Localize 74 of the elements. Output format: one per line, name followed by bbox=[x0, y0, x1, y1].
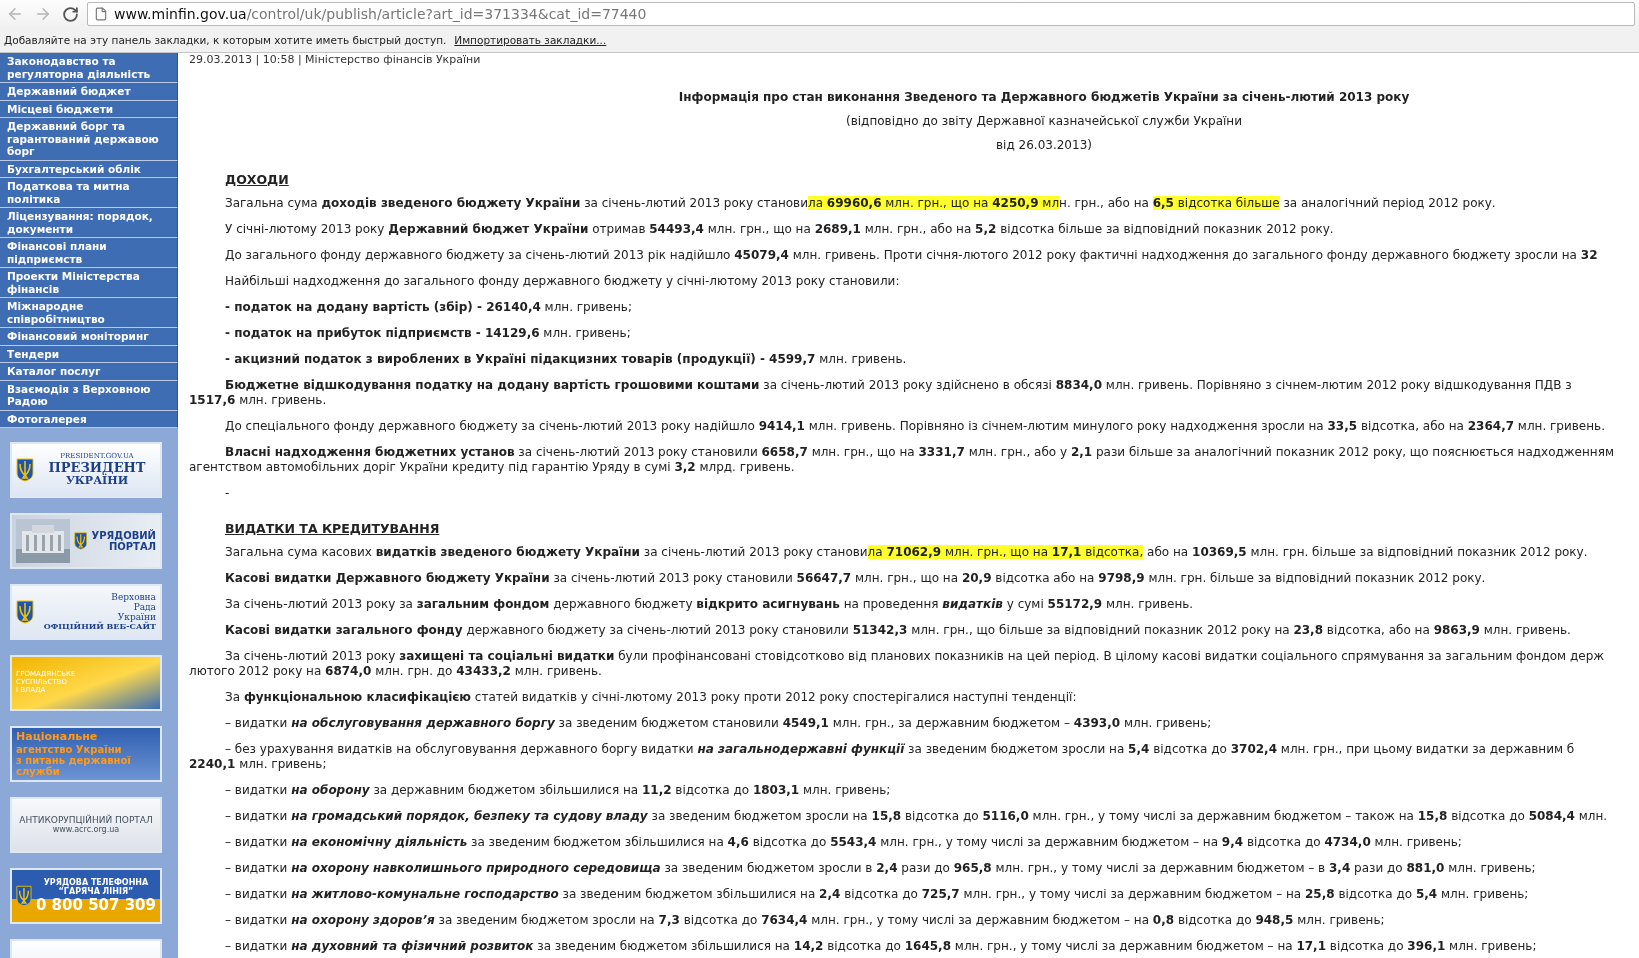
article-title: Інформація про стан виконання Зведеного та Державного бюджетів України за січень-лютий 2013 року bbox=[678, 90, 1410, 104]
paragraph: – видатки на охорону здоров’я за зведеним бюджетом зросли на 7,3 відсотка до 7634,4 млн. грн., у тому числі за державним бюджетом – на 0,8 відсотка до 948,5 млн. гривень; bbox=[224, 913, 1385, 928]
paragraph: Загальна сума касових видатків зведеного бюджету України за січень-лютий 2013 року становила 71062,9 млн. грн., що на 17,1 відсотка, або на 10369,5 млн. грн. більше за відповідний показник 2012 року. bbox=[224, 545, 1588, 560]
article-subtitle: (відповідно до звіту Державної казначейської служби України bbox=[846, 114, 1242, 128]
banner-text: Рада bbox=[133, 602, 156, 613]
paragraph: - податок на прибуток підприємств - 14129,6 млн. гривень; bbox=[224, 326, 631, 341]
banner-text: 0 800 507 309 bbox=[35, 896, 156, 914]
paragraph: – видатки на громадський порядок, безпеку та судову владу за зведеним бюджетом зросли на 15,8 відсотка до 5116,0 млн. грн., у тому числі за державним бюджетом – також на 15,8 відсотка до 5084,4 млн. bbox=[224, 809, 1608, 824]
paragraph: За січень-лютий 2013 року захищені та соціальні видатки були профінансовані стовідсотково від планових показників на цей період. В цілому касові видатки соціального спрямування за загальним фондом держ лютого 2012 року на 6874,0 млн. грн. до 43433,2 млн. гривень. bbox=[189, 649, 1605, 679]
banner-text: УКРАЇНИ bbox=[65, 474, 129, 488]
import-bookmarks-link[interactable]: Импортировать закладки... bbox=[454, 34, 607, 46]
banner-text: з питань державної bbox=[16, 754, 131, 766]
article-subtitle: від 26.03.2013) bbox=[996, 138, 1092, 152]
menu-item[interactable]: Законодавство та регуляторна діяльність bbox=[0, 53, 178, 83]
trident-icon bbox=[16, 884, 32, 908]
paragraph: - bbox=[224, 486, 230, 501]
banner-text: “ГАРЯЧА ЛІНІЯ” bbox=[58, 887, 134, 897]
paragraph: До спеціального фонду державного бюджету за січень-лютий 2013 року надійшло 9414,1 млн. гривень. Порівняно із січнем-лютим минулого року надходження зросли на 33,5 відсотка, або на 2364,7 млн. гривень. bbox=[224, 419, 1605, 434]
reload-icon bbox=[62, 5, 79, 23]
menu-item[interactable]: Міжнародне співробітництво bbox=[0, 298, 178, 328]
trident-icon bbox=[16, 458, 34, 482]
address-field[interactable]: www.minfin.gov.ua/control/uk/publish/article?art_id=371334&cat_id=77440 bbox=[87, 2, 1635, 26]
paragraph: За функціональною класифікацією статей видатків у січні-лютому 2013 року проти 2012 року спостерігалися наступні тенденції: bbox=[224, 690, 1077, 705]
paragraph: – видатки на охорону навколишнього природного середовища за зведеним бюджетом зросли в 2,4 рази до 965,8 млн. грн., у тому числі за державним бюджетом – в 3,4 рази до 881,0 млн. гривень; bbox=[224, 861, 1536, 876]
menu-item[interactable]: Ліцензування: порядок, документи bbox=[0, 208, 178, 238]
paragraph: Касові видатки загального фонду державного бюджету за січень-лютий 2013 року становили 51342,3 млн. грн., що більше за відповідний показник 2012 року на 23,8 відсотка, або на 9863,9 млн. гривень. bbox=[224, 623, 1571, 638]
banner-text: Національне bbox=[16, 731, 98, 744]
banner-text: України bbox=[117, 612, 156, 622]
banner[interactable]: УРЯДОВА ТЕЛЕФОННА “ГАРЯЧА ЛІНІЯ” 0 800 507 309 bbox=[10, 868, 162, 924]
paragraph: – видатки на економічну діяльність за зведеним бюджетом збільшилися на 4,6 відсотка до 5543,4 млн. грн., у тому числі за державним бюджетом – на 9,4 відсотка до 4734,0 млн. гривень; bbox=[224, 835, 1462, 850]
bookmarks-hint: Добавляйте на эту панель закладки, к которым хотите иметь быстрый доступ. bbox=[4, 34, 447, 46]
paragraph: До загального фонду державного бюджету за січень-лютий 2013 рік надійшло 45079,4 млн. гривень. Проти січня-лютого 2012 року фактичні надходження до загального фонду державного бюджету зросли на 32 bbox=[224, 248, 1598, 263]
banner-text: УРЯДОВИЙ bbox=[91, 530, 156, 541]
article-meta: 29.03.2013 | 10:58 | Міністерство фінансів України bbox=[189, 53, 481, 66]
paragraph: - податок на додану вартість (збір) - 26140,4 млн. гривень; bbox=[224, 300, 632, 315]
menu-item[interactable]: Фінансові плани підприємств bbox=[0, 238, 178, 268]
paragraph: Бюджетне відшкодування податку на додану вартість грошовими коштами за січень-лютий 2013 року здійснено в обсязі 8834,0 млн. гривень. Порівняно з січнем-лютим 2012 року відшкодування ПДВ з 1517,6 млн. гривень. bbox=[189, 378, 1572, 408]
section-heading: ВИДАТКИ ТА КРЕДИТУВАННЯ bbox=[225, 521, 440, 536]
banner-text: УРЯДОВА ТЕЛЕФОННА bbox=[43, 878, 149, 888]
banner[interactable]: Верховна Рада України ОФІЦІЙНИЙ ВЕБ-САЙТ bbox=[10, 584, 162, 640]
banner-text: ПРЕЗИДЕНТ bbox=[48, 460, 146, 475]
paragraph: За січень-лютий 2013 року за загальним фондом державного бюджету відкрито асигнувань на проведення видатків у сумі 55172,9 млн. гривень. bbox=[224, 597, 1194, 612]
banner-text: служби bbox=[16, 765, 60, 777]
paragraph: Найбільші надходження до загального фонду державного бюджету у січні-лютому 2013 року становили: bbox=[224, 274, 900, 289]
menu-item[interactable]: Фінансовий моніторинг bbox=[0, 328, 178, 346]
page-icon bbox=[94, 7, 108, 21]
paragraph: – видатки на обслуговування державного боргу за зведеним бюджетом становили 4549,1 млн. грн., за державним бюджетом – 4393,0 млн. гривень; bbox=[224, 716, 1212, 731]
paragraph: - акцизний податок з вироблених в Україні підакцизних товарів (продукції) - 4599,7 млн. гривень. bbox=[224, 352, 907, 367]
banner-text: Верховна bbox=[111, 592, 156, 603]
section-heading: ДОХОДИ bbox=[225, 172, 289, 187]
banner[interactable]: АНТИКОРУПЦІЙНИЙ ПОРТАЛ www.acrc.org.ua bbox=[10, 797, 162, 853]
banner-text: АНТИКОРУПЦІЙНИЙ ПОРТАЛ bbox=[19, 815, 153, 826]
paragraph: – видатки на оборону за державним бюджетом збільшилися на 11,2 відсотка до 1803,1 млн. гривень; bbox=[224, 783, 891, 798]
banner[interactable]: УРЯДОВИЙ ПОРТАЛ bbox=[10, 513, 162, 569]
trident-icon bbox=[74, 529, 88, 553]
banner-text: ОФІЦІЙНИЙ ВЕБ-САЙТ bbox=[43, 622, 156, 632]
banner-text: агентство України bbox=[16, 743, 122, 755]
paragraph: – видатки на духовний та фізичний розвиток за зведеним бюджетом збільшилися на 14,2 відсотка до 1645,8 млн. грн., у тому числі за державним бюджетом – на 17,1 відсотка до 396,1 млн. гривень; bbox=[224, 939, 1537, 954]
paragraph: У січні-лютому 2013 року Державний бюджет України отримав 54493,4 млн. грн., що на 2689,1 млн. грн., або на 5,2 відсотка більше за відповідний показник 2012 року. bbox=[224, 222, 1334, 237]
trident-icon bbox=[16, 600, 34, 624]
paragraph: Загальна сума доходів зведеного бюджету України за січень-лютий 2013 року становила 69960,6 млн. грн., що на 4250,9 млн. грн., або на 6,5 відсотка більше за аналогічний період 2012 року. bbox=[224, 196, 1496, 211]
forward-arrow-icon bbox=[34, 5, 52, 23]
paragraph: Касові видатки Державного бюджету України за січень-лютий 2013 року становили 56647,7 млн. грн., що на 20,9 відсотка або на 9798,9 млн. грн. більше за відповідний показник 2012 року. bbox=[224, 571, 1486, 586]
menu-item[interactable]: Податкова та митна політика bbox=[0, 178, 178, 208]
banner-text: www.acrc.org.ua bbox=[52, 825, 120, 835]
menu-item[interactable]: Державний борг та гарантований державою борг bbox=[0, 118, 178, 161]
paragraph: – без урахування видатків на обслуговування державного боргу видатки на загальнодержавні функції за зведеним бюджетом зросли на 5,4 відсотка до 3702,4 млн. грн., при цьому видатки за державним б 2240,1 млн. гривень; bbox=[189, 742, 1575, 772]
menu-item[interactable]: Взаємодія з Верховною Радою bbox=[0, 380, 178, 411]
banner-text: ПОРТАЛ bbox=[108, 541, 156, 552]
paragraph: Власні надходження бюджетних установ за січень-лютий 2013 року становили 6658,7 млн. грн., що на 3331,7 млн. грн., або у 2,1 рази більше за аналогічний показник 2012 року, що пояснюється надходженням агентством автомобільних доріг України кредиту під гарантію Уряду в сумі 3,2 млрд. гривень. bbox=[189, 445, 1614, 475]
menu-item[interactable]: Державний бюджет bbox=[0, 83, 178, 101]
paragraph: – видатки на житлово-комунальне господарство за зведеним бюджетом збільшилися на 2,4 відсотка до 725,7 млн. грн., у тому числі за державним бюджетом – на 25,8 відсотка до 5,4 млн. гривень; bbox=[224, 887, 1529, 902]
menu-item[interactable]: Каталог послуг bbox=[0, 363, 178, 381]
menu-item[interactable]: Проекти Міністерства фінансів bbox=[0, 268, 178, 298]
